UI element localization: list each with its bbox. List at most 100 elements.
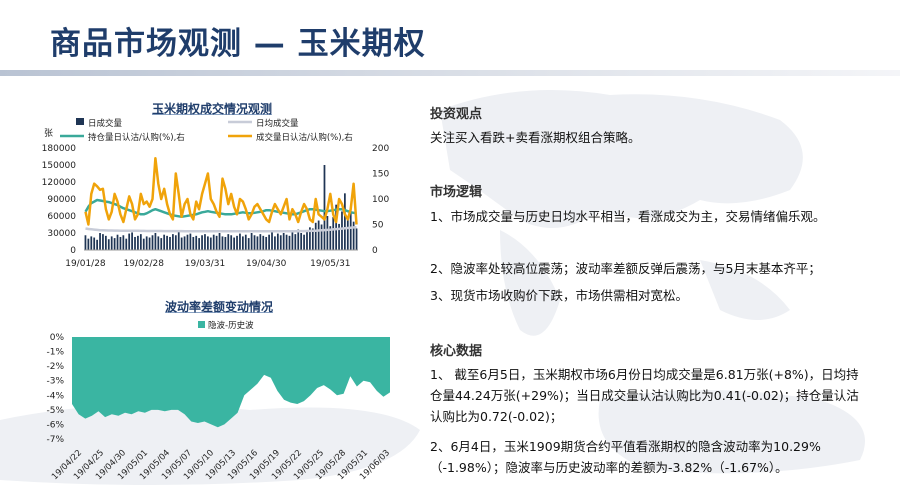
views-text: 关注买入看跌+卖看涨期权组合策略。 xyxy=(430,130,641,145)
volume-bar xyxy=(262,235,265,250)
volume-bar xyxy=(113,238,116,250)
volume-bar xyxy=(323,165,326,250)
legend-label: 成交量日认沽/认购(%),右 xyxy=(256,132,353,143)
volume-bar xyxy=(247,238,250,250)
trading-volume-chart: 日成交量 日均成交量持仓量日认沽/认购(%),右 成交量日认沽/认购(%),右 张 0 3… xyxy=(42,118,389,269)
y-tick: -3% xyxy=(46,377,64,387)
volume-bar xyxy=(198,238,201,250)
y-tick-left: 60000 xyxy=(47,212,76,222)
y-tick-left: 120000 xyxy=(42,178,77,188)
logic-item-2: 2、隐波率处较高位震荡；波动率差额反弹后震荡，与5月末基本齐平； xyxy=(430,261,821,276)
volume-bar xyxy=(154,233,157,250)
y-tick-left: 30000 xyxy=(47,229,76,239)
legend-label: 隐波-历史波 xyxy=(208,320,254,331)
volume-bar xyxy=(180,237,183,250)
volume-bar xyxy=(303,234,305,250)
volume-bar xyxy=(177,231,180,250)
volume-bar xyxy=(209,237,212,250)
volume-bar xyxy=(285,234,288,250)
volume-bar xyxy=(172,234,174,250)
spread-area xyxy=(72,337,390,428)
volume-bar xyxy=(215,235,218,250)
legend-label: 日均成交量 xyxy=(256,118,299,129)
views-heading: 投资观点 xyxy=(430,107,483,122)
volume-bar xyxy=(230,235,233,250)
volume-bar xyxy=(250,233,253,250)
logic-heading: 市场逻辑 xyxy=(430,185,483,200)
logic-item-1: 1、市场成交量与历史日均水平相当，看涨成交为主，交易情绪偏乐观。 xyxy=(430,209,826,224)
slide-title: 商品市场观测 — 玉米期权 xyxy=(50,26,426,62)
volume-bar xyxy=(186,234,189,250)
y-tick: -1% xyxy=(46,348,64,358)
volume-bar xyxy=(276,233,279,250)
chart2-title: 波动率差额变动情况 xyxy=(165,300,274,314)
volume-bar xyxy=(233,237,235,250)
x-tick: 19/04/30 xyxy=(246,259,287,269)
y-tick: -6% xyxy=(46,420,64,430)
volume-bar xyxy=(87,238,90,250)
volatility-spread-chart: 隐波-历史波0%-1%-2%-3%-4%-5%-6%-7%19/04/2219/… xyxy=(46,320,392,482)
volume-bar xyxy=(274,236,276,250)
volume-bar xyxy=(256,236,259,250)
volume-bar xyxy=(352,221,355,250)
y-tick-left: 0 xyxy=(70,246,76,256)
volume-bar xyxy=(160,238,163,250)
volume-bar xyxy=(104,235,107,250)
y-tick-right: 200 xyxy=(372,144,389,154)
volume-bar xyxy=(320,224,323,250)
volume-bar xyxy=(131,232,133,250)
y-tick-left: 180000 xyxy=(42,144,77,154)
y-tick-right: 50 xyxy=(372,221,384,231)
y-axis-unit: 张 xyxy=(44,128,53,139)
volume-bar xyxy=(224,236,227,250)
volume-bar xyxy=(314,222,317,250)
y-tick: 0% xyxy=(50,333,65,343)
volume-bar xyxy=(297,229,300,250)
y-tick: -7% xyxy=(46,435,64,445)
volume-bar xyxy=(355,228,358,250)
volume-bar xyxy=(151,235,154,250)
volume-bar xyxy=(195,235,198,250)
data-heading: 核心数据 xyxy=(430,344,483,359)
volume-bar xyxy=(145,236,148,250)
volume-bar xyxy=(218,233,221,250)
x-tick: 19/05/31 xyxy=(310,259,350,269)
volume-bar xyxy=(183,236,186,250)
volume-bar xyxy=(244,234,247,250)
volume-bar xyxy=(227,234,230,250)
volume-bar xyxy=(282,233,285,250)
volume-bar xyxy=(139,234,142,250)
volume-bar xyxy=(93,237,96,250)
volume-bar xyxy=(332,217,335,250)
volume-bar xyxy=(128,233,131,250)
volume-bar xyxy=(306,230,308,250)
volume-bar xyxy=(201,235,203,250)
volume-bar xyxy=(253,235,256,250)
volume-bar xyxy=(90,236,93,250)
volume-bar xyxy=(268,234,270,250)
volume-bar xyxy=(119,236,122,250)
legend-label: 持仓量日认沽/认购(%),右 xyxy=(88,132,185,143)
volume-bar xyxy=(166,235,168,250)
volume-bar xyxy=(294,234,297,250)
y-tick-left: 90000 xyxy=(47,195,76,205)
x-tick: 19/03/31 xyxy=(185,259,225,269)
y-tick-right: 0 xyxy=(372,246,378,256)
volume-bar xyxy=(174,235,177,250)
volume-bar xyxy=(288,235,291,250)
y-tick-left: 150000 xyxy=(42,161,77,171)
data-item-1: 1、 截至6月5日，玉米期权市场6月份日均成交量是6.81万张(+8%)，日均持… xyxy=(430,367,859,424)
volume-bar xyxy=(279,235,282,250)
volume-bar xyxy=(102,234,104,250)
logic-item-3: 3、现货市场收购价下跌，市场供需相对宽松。 xyxy=(430,288,688,303)
x-tick: 19/01/28 xyxy=(65,259,106,269)
volume-bar xyxy=(142,238,145,250)
legend-swatch xyxy=(198,321,205,328)
data-item-2: 2、6月4日，玉米1909期货合约平值看涨期权的隐含波动率为10.29%（-1.… xyxy=(430,439,821,475)
y-tick-right: 150 xyxy=(372,170,389,180)
volume-bar xyxy=(241,236,244,250)
y-tick: -4% xyxy=(46,391,64,401)
volume-bar xyxy=(189,233,192,250)
volume-bar xyxy=(125,238,128,250)
volume-bar xyxy=(344,193,346,250)
